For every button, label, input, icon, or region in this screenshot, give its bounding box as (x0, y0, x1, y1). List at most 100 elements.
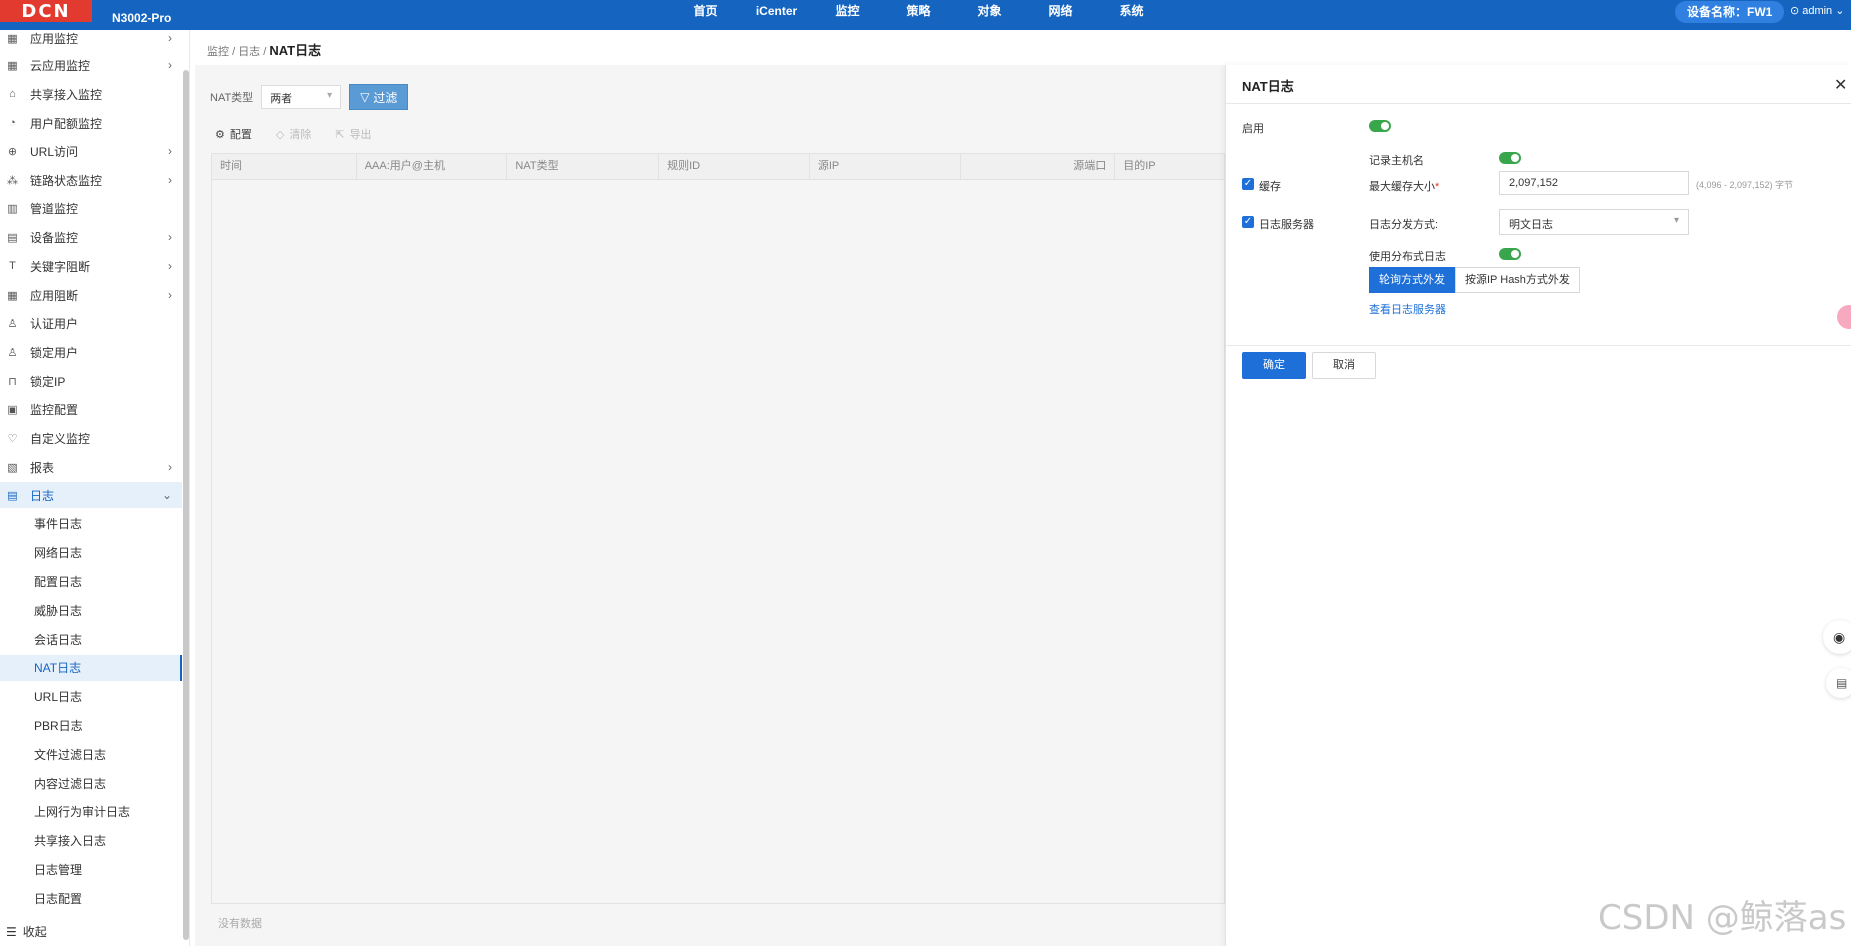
robot-icon[interactable]: ◉ (1823, 620, 1851, 654)
user-lock-icon: ♙ (7, 346, 18, 359)
user-icon: ⊙ (1790, 5, 1800, 17)
monitor-config-icon: ▣ (7, 403, 18, 416)
sidebar-item-label: 共享接入监控 (30, 87, 103, 102)
sidebar-item-keyword-block[interactable]: T 关键字阻断 › (0, 253, 182, 279)
sidebar-item-label: 云应用监控 (30, 58, 91, 73)
document-icon[interactable]: ▤ (1826, 668, 1851, 698)
table-body (211, 180, 1225, 904)
sidebar-item-label: 关键字阻断 (30, 259, 91, 274)
filter-button[interactable]: ▽ 过滤 (349, 84, 409, 110)
sidebar-subitem-nat-log[interactable]: NAT日志 (0, 655, 182, 681)
cache-checkbox[interactable]: ✓ (1242, 178, 1254, 190)
device-name-badge: 设备名称：FW1 (1675, 1, 1785, 23)
chevron-right-icon: › (168, 58, 172, 72)
sidebar-scrollbar[interactable] (183, 70, 189, 940)
sidebar-subitem-file-filter-log[interactable]: 文件过滤日志 (0, 742, 182, 768)
chevron-down-icon: ⌄ (1835, 5, 1845, 17)
config-label: 配置 (229, 129, 252, 141)
sidebar-item-app-monitor[interactable]: ▦ 应用监控 › (0, 30, 182, 51)
max-cache-hint: (4,096 - 2,097,152) 字节 (1696, 180, 1794, 190)
sidebar-item-report[interactable]: ▧ 报表 › (0, 454, 182, 480)
enable-toggle[interactable] (1369, 120, 1391, 132)
sidebar-item-auth-users[interactable]: ♙ 认证用户 (0, 310, 182, 336)
nat-type-select[interactable]: 两者 (261, 85, 342, 109)
sidebar-item-label: 认证用户 (30, 316, 79, 331)
breadcrumb-log[interactable]: 日志 (238, 46, 260, 58)
divider (1226, 103, 1851, 104)
sidebar-item-monitor-config[interactable]: ▣ 监控配置 (0, 396, 182, 422)
sidebar-subitem-log-management[interactable]: 日志管理 (0, 857, 182, 883)
nav-monitor[interactable]: 监控 (812, 0, 883, 32)
sidebar-item-label: URL访问 (30, 144, 79, 159)
sidebar-subitem-log-config[interactable]: 日志配置 (0, 886, 182, 912)
sidebar-item-locked-users[interactable]: ♙ 锁定用户 (0, 339, 182, 365)
nav-system[interactable]: 系统 (1096, 0, 1167, 30)
sidebar-subitem-content-filter-log[interactable]: 内容过滤日志 (0, 771, 182, 797)
sidebar-collapse-button[interactable]: ☰ 收起 (6, 923, 47, 940)
round-robin-mode-button[interactable]: 轮询方式外发 (1369, 267, 1455, 293)
record-hostname-toggle[interactable] (1499, 152, 1521, 164)
column-header[interactable]: 源IP (810, 154, 961, 179)
sidebar-subitem-shared-access-log[interactable]: 共享接入日志 (0, 828, 182, 854)
sidebar-subitem-pbr-log[interactable]: PBR日志 (0, 713, 182, 739)
sidebar-subitem-event-log[interactable]: 事件日志 (0, 511, 182, 537)
config-button[interactable]: ⚙ 配置 (215, 126, 252, 142)
export-button[interactable]: ⇱ 导出 (335, 126, 371, 142)
ok-button[interactable]: 确定 (1242, 352, 1306, 379)
max-cache-input[interactable]: 2,097,152 (1499, 171, 1689, 195)
record-hostname-label: 记录主机名 (1369, 155, 1424, 167)
view-log-servers-link[interactable]: 查看日志服务器 (1369, 301, 1446, 317)
nav-object[interactable]: 对象 (954, 0, 1025, 30)
sidebar-item-link-status-monitor[interactable]: ⁂ 链路状态监控 › (0, 167, 182, 193)
column-header[interactable]: AAA:用户@主机 (357, 154, 508, 179)
share-icon: ⌂ (9, 88, 16, 100)
close-icon[interactable]: ✕ (1834, 75, 1847, 95)
distributed-log-label: 使用分布式日志 (1369, 251, 1446, 263)
brand-logo[interactable]: DCN (0, 0, 92, 22)
filter-button-label: 过滤 (373, 90, 398, 105)
sidebar-item-device-monitor[interactable]: ▤ 设备监控 › (0, 224, 182, 250)
chevron-down-icon: ⌄ (161, 488, 172, 502)
column-header[interactable]: 源端口 (961, 154, 1116, 179)
user-menu[interactable]: ⊙ admin ⌄ (1790, 4, 1845, 18)
sidebar-item-label: 应用阻断 (30, 288, 79, 303)
sidebar-subitem-audit-log[interactable]: 上网行为审计日志 (0, 799, 182, 825)
device-icon: ▤ (7, 231, 18, 244)
breadcrumb: 监控 / 日志 / NAT日志 (207, 40, 321, 59)
clear-button[interactable]: ◇ 清除 (276, 126, 311, 142)
cancel-button[interactable]: 取消 (1312, 352, 1376, 379)
sidebar-item-custom-monitor[interactable]: ♡ 自定义监控 (0, 425, 182, 451)
breadcrumb-separator: / (263, 46, 267, 58)
sidebar-subitem-config-log[interactable]: 配置日志 (0, 569, 182, 595)
column-header[interactable]: NAT类型 (507, 154, 660, 179)
log-server-checkbox[interactable]: ✓ (1242, 216, 1254, 228)
column-header[interactable]: 规则ID (659, 154, 810, 179)
sidebar-item-label: 自定义监控 (30, 431, 91, 446)
chevron-right-icon: › (168, 460, 172, 474)
column-header[interactable]: 目的IP (1115, 154, 1224, 179)
nav-network[interactable]: 网络 (1025, 0, 1096, 30)
dispatch-select[interactable]: 明文日志 (1499, 209, 1689, 235)
nav-policy[interactable]: 策略 (883, 0, 954, 30)
sidebar-subitem-threat-log[interactable]: 威胁日志 (0, 598, 182, 624)
divider (1226, 345, 1851, 346)
nav-home[interactable]: 首页 (670, 0, 741, 30)
nav-icenter[interactable]: iCenter (741, 0, 812, 30)
sidebar-item-shared-access-monitor[interactable]: ⌂ 共享接入监控 (0, 81, 182, 107)
sidebar-item-locked-ip[interactable]: ⊓ 锁定IP (0, 368, 182, 394)
sidebar-item-app-block[interactable]: ▦ 应用阻断 › (0, 282, 182, 308)
sidebar-subitem-url-log[interactable]: URL日志 (0, 684, 182, 710)
sidebar-item-url-access[interactable]: ⊕ URL访问 › (0, 138, 182, 164)
sidebar-item-pipe-monitor[interactable]: ▥ 管道监控 (0, 195, 182, 221)
sidebar-item-cloud-app-monitor[interactable]: ▦ 云应用监控 › (0, 52, 182, 78)
sidebar-item-user-quota-monitor[interactable]: ◔ 用户配额监控 (0, 110, 182, 136)
distributed-log-toggle[interactable] (1499, 248, 1521, 260)
grid-icon: ▦ (7, 289, 18, 302)
hash-mode-button[interactable]: 按源IP Hash方式外发 (1455, 267, 1580, 293)
sidebar-subitem-network-log[interactable]: 网络日志 (0, 540, 182, 566)
column-header[interactable]: 时间 (212, 154, 357, 179)
breadcrumb-monitor[interactable]: 监控 (207, 46, 229, 58)
nat-type-label: NAT类型 (210, 92, 254, 104)
sidebar-subitem-session-log[interactable]: 会话日志 (0, 627, 182, 653)
sidebar-item-log[interactable]: ▤ 日志 ⌄ (0, 482, 182, 508)
